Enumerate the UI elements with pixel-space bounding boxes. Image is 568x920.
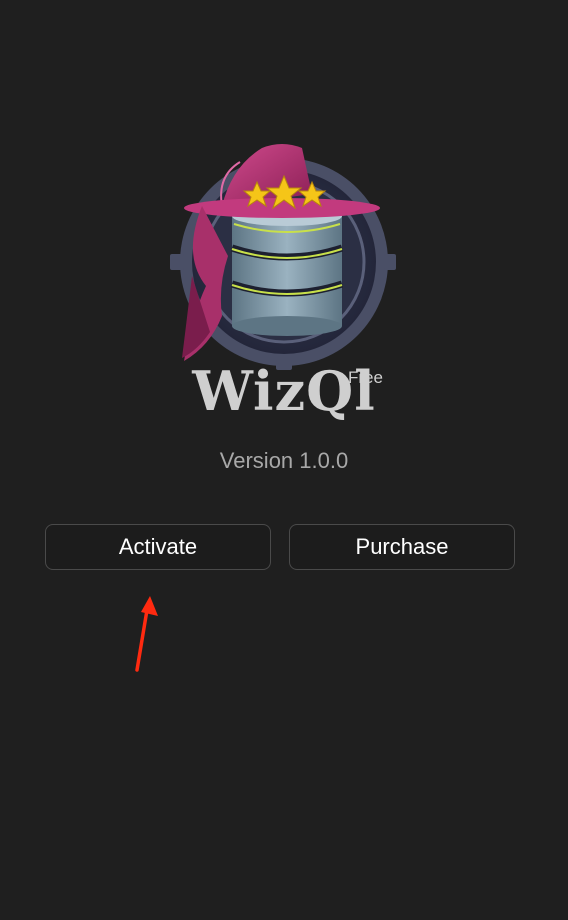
wizard-hat-database-icon	[170, 144, 396, 370]
annotation-arrow-icon	[135, 596, 158, 672]
purchase-button[interactable]: Purchase	[289, 524, 515, 570]
activate-button[interactable]: Activate	[45, 524, 271, 570]
app-name: WizQl	[0, 364, 568, 418]
version-label: Version 1.0.0	[219, 448, 349, 473]
edition-badge: Free	[348, 368, 383, 387]
